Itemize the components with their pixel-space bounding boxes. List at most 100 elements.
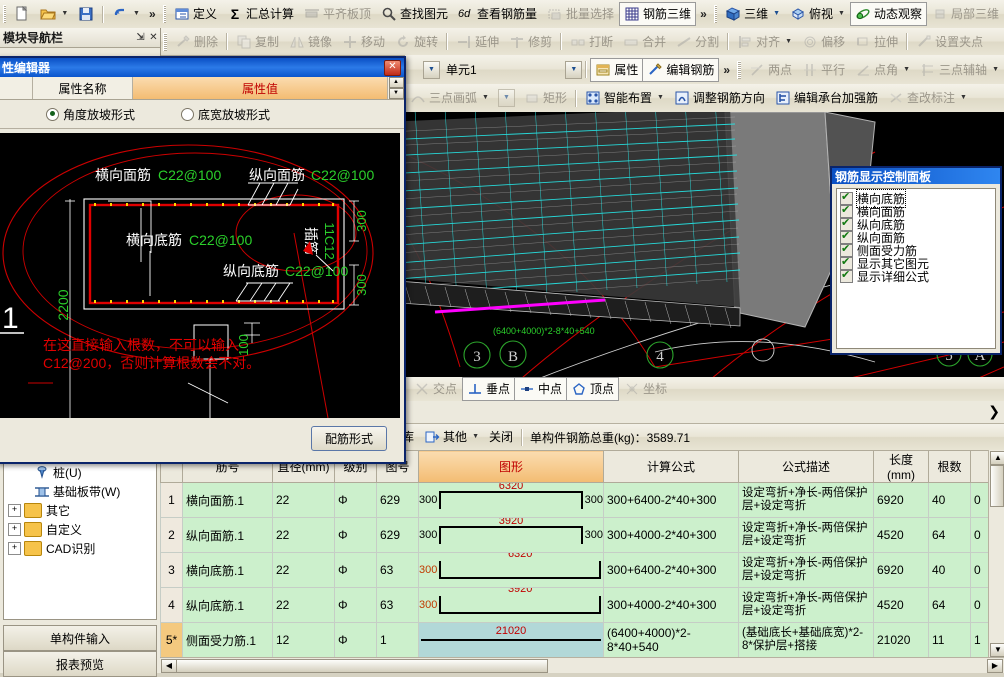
cell-formula-desc[interactable]: 设定弯折+净长-两倍保护层+设定弯折	[739, 518, 874, 553]
tree-item-custom[interactable]: + 自定义	[4, 520, 156, 539]
cell-formula[interactable]: 300+4000-2*40+300	[604, 588, 739, 623]
table-vertical-scrollbar[interactable]: ▲ ▼	[988, 450, 1004, 658]
open-file-button[interactable]: ▼	[35, 2, 73, 26]
cell-shape[interactable]: 3006320300	[419, 483, 604, 518]
undo-button[interactable]: ▼	[107, 2, 145, 26]
toolbar-grip[interactable]	[3, 5, 6, 23]
scroll-left-arrow[interactable]: ◀	[161, 659, 177, 673]
cell-rebar-no[interactable]: 横向面筋.1	[183, 483, 273, 518]
smart-place-caret[interactable]: ▼	[657, 90, 664, 106]
viewport-3d[interactable]: (6400+4000)*2-8*40+540 3B 45A 钢筋显示控制面板 横…	[405, 112, 1004, 384]
rebar-edit-table[interactable]: 筋号 直径(mm) 级别 图号 图形 计算公式 公式描述 长度(mm) 根数 1…	[160, 450, 1004, 673]
cell-diameter[interactable]: 12	[273, 623, 335, 658]
th-count[interactable]: 根数	[929, 451, 971, 483]
undo-dropdown-caret[interactable]: ▼	[133, 6, 140, 22]
other-menu-button[interactable]: 其他 ▼	[419, 425, 484, 449]
smart-place-button[interactable]: 智能布置▼	[580, 86, 669, 110]
close-icon[interactable]: ✕	[384, 60, 401, 76]
cell-length[interactable]: 4520	[874, 588, 929, 623]
table-body[interactable]: 1横向面筋.122Φ6293006320300300+6400-2*40+300…	[161, 483, 1004, 674]
component-type-dropdown[interactable]: ▼	[423, 61, 440, 79]
open-dropdown-caret[interactable]: ▼	[61, 6, 68, 22]
cell-figure-no[interactable]: 1	[377, 623, 419, 658]
cell-diameter[interactable]: 22	[273, 518, 335, 553]
rebar-3d-button[interactable]: 钢筋三维	[619, 2, 696, 26]
cell-count[interactable]: 40	[929, 553, 971, 588]
report-preview-button[interactable]: 报表预览	[3, 651, 157, 677]
property-button[interactable]: 属性	[590, 58, 643, 82]
grid-scroll-down[interactable]: ▼	[389, 88, 404, 99]
cell-count[interactable]: 40	[929, 483, 971, 518]
cell-figure-no[interactable]: 63	[377, 588, 419, 623]
radio-angle-slope[interactable]: 角度放坡形式	[46, 106, 135, 123]
edit-rebar-button[interactable]: 编辑钢筋	[643, 58, 719, 82]
draw-toolbar[interactable]: 三点画弧▼ ▼ 矩形 智能布置▼ 调整钢筋方向 编辑承台加强筋 查改标注▼	[405, 84, 1004, 113]
checkbox-icon[interactable]	[840, 270, 853, 283]
cell-shape[interactable]: 3006320	[419, 553, 604, 588]
summary-calc-button[interactable]: Σ 汇总计算	[222, 2, 299, 26]
table-row[interactable]: 2纵向面筋.122Φ6293003920300300+4000-2*40+300…	[161, 518, 1004, 553]
cell-length[interactable]: 4520	[874, 518, 929, 553]
find-element-button[interactable]: 查找图元	[376, 2, 453, 26]
cell-formula[interactable]: 300+6400-2*40+300	[604, 553, 739, 588]
hscroll-thumb[interactable]	[176, 659, 548, 673]
edit-toolbar-grip[interactable]	[163, 33, 167, 51]
cell-formula-desc[interactable]: 设定弯折+净长-两倍保护层+设定弯折	[739, 553, 874, 588]
edit-toolbar[interactable]: 删除 复制 镜像 移动 旋转 延伸 修剪 打断 合并 分割 对齐▼ 偏移 拉伸 …	[160, 28, 1004, 56]
cell-length[interactable]: 21020	[874, 623, 929, 658]
nav-tree[interactable]: 承台梁(V) 桩(U) 基础板带(W) + 其它 + 自定义 + CAD识别	[3, 443, 157, 620]
define-group-grip[interactable]	[163, 5, 166, 23]
adjust-rebar-direction-button[interactable]: 调整钢筋方向	[669, 86, 770, 110]
unit-toolbar[interactable]: ▼ 单元1 ▼ 属性 编辑钢筋 » 两点 平行 点角▼ 三点辅轴▼	[405, 55, 1004, 85]
th-shape[interactable]: 图形	[419, 451, 604, 483]
cell-grade[interactable]: Φ	[335, 553, 377, 588]
other-menu-caret[interactable]: ▼	[472, 429, 479, 445]
scroll-right-chevron[interactable]: ❯	[988, 403, 1000, 420]
th-length[interactable]: 长度(mm)	[874, 451, 929, 483]
snap-toolbar[interactable]: 交点 垂点 中点 顶点 坐标	[405, 377, 1004, 402]
table-row[interactable]: 4纵向底筋.122Φ633003920300+4000-2*40+300设定弯折…	[161, 588, 1004, 623]
cell-formula[interactable]: (6400+4000)*2-8*40+540	[604, 623, 739, 658]
dynamic-orbit-button[interactable]: 动态观察	[850, 2, 927, 26]
top-view-button[interactable]: 俯视 ▼	[785, 2, 850, 26]
expand-plus-icon[interactable]: +	[8, 523, 21, 536]
expand-plus-icon[interactable]: +	[8, 542, 21, 555]
rebar-config-form-button[interactable]: 配筋形式	[311, 426, 387, 451]
top-view-caret[interactable]: ▼	[838, 6, 845, 22]
th-formula-desc[interactable]: 公式描述	[739, 451, 874, 483]
scroll-up-arrow[interactable]: ▲	[990, 451, 1004, 465]
scroll-right-arrow[interactable]: ▶	[987, 659, 1003, 673]
cell-formula-desc[interactable]: (基础底长+基础底宽)*2-8*保护层+搭接	[739, 623, 874, 658]
unit-toolbar-overflow[interactable]: »	[719, 63, 734, 77]
radio-bottom-width-slope[interactable]: 底宽放坡形式	[181, 106, 270, 123]
unit-dropdown[interactable]: ▼	[565, 61, 582, 79]
cell-shape[interactable]: 3003920	[419, 588, 604, 623]
cell-formula[interactable]: 300+4000-2*40+300	[604, 518, 739, 553]
save-button[interactable]	[73, 2, 99, 26]
cell-length[interactable]: 6920	[874, 483, 929, 518]
axis-group-grip[interactable]	[737, 61, 741, 79]
cell-formula[interactable]: 300+6400-2*40+300	[604, 483, 739, 518]
radio-dot-icon[interactable]	[46, 108, 59, 121]
cell-row-number[interactable]: 4	[161, 588, 183, 623]
cad-preview-canvas[interactable]: 2200 300 300 100 横向面筋 C22@100 纵向面筋 C22@1…	[0, 133, 400, 418]
tree-item-slab-band[interactable]: 基础板带(W)	[4, 482, 156, 501]
vscroll-thumb[interactable]	[990, 465, 1004, 507]
cell-rebar-no[interactable]: 纵向面筋.1	[183, 518, 273, 553]
property-editor-dialog[interactable]: 性编辑器 ✕ 属性名称 属性值 ▲ ▼ 角度放坡形式 底宽放坡形式	[0, 56, 406, 464]
rebar-panel-list[interactable]: 横向底筋 横向面筋 纵向底筋 纵向面筋 侧面受力筋 显示其它图元	[836, 188, 996, 349]
vertex-point-button[interactable]: 顶点	[567, 377, 619, 401]
cell-formula-desc[interactable]: 设定弯折+净长-两倍保护层+设定弯折	[739, 483, 874, 518]
new-file-button[interactable]	[9, 2, 35, 26]
close-editor-button[interactable]: 关闭	[484, 425, 518, 449]
cell-grade[interactable]: Φ	[335, 483, 377, 518]
perp-point-button[interactable]: 垂点	[462, 377, 515, 401]
cell-shape[interactable]: 21020	[419, 623, 604, 658]
cell-figure-no[interactable]: 629	[377, 518, 419, 553]
table-row[interactable]: 1横向面筋.122Φ6293006320300300+6400-2*40+300…	[161, 483, 1004, 518]
property-dialog-titlebar[interactable]: 性编辑器 ✕	[0, 58, 404, 77]
single-component-input-button[interactable]: 单构件输入	[3, 625, 157, 651]
cell-grade[interactable]: Φ	[335, 623, 377, 658]
table-horizontal-scrollbar[interactable]: ◀ ▶	[160, 657, 1004, 673]
view-3d-button[interactable]: 三维 ▼	[720, 2, 785, 26]
